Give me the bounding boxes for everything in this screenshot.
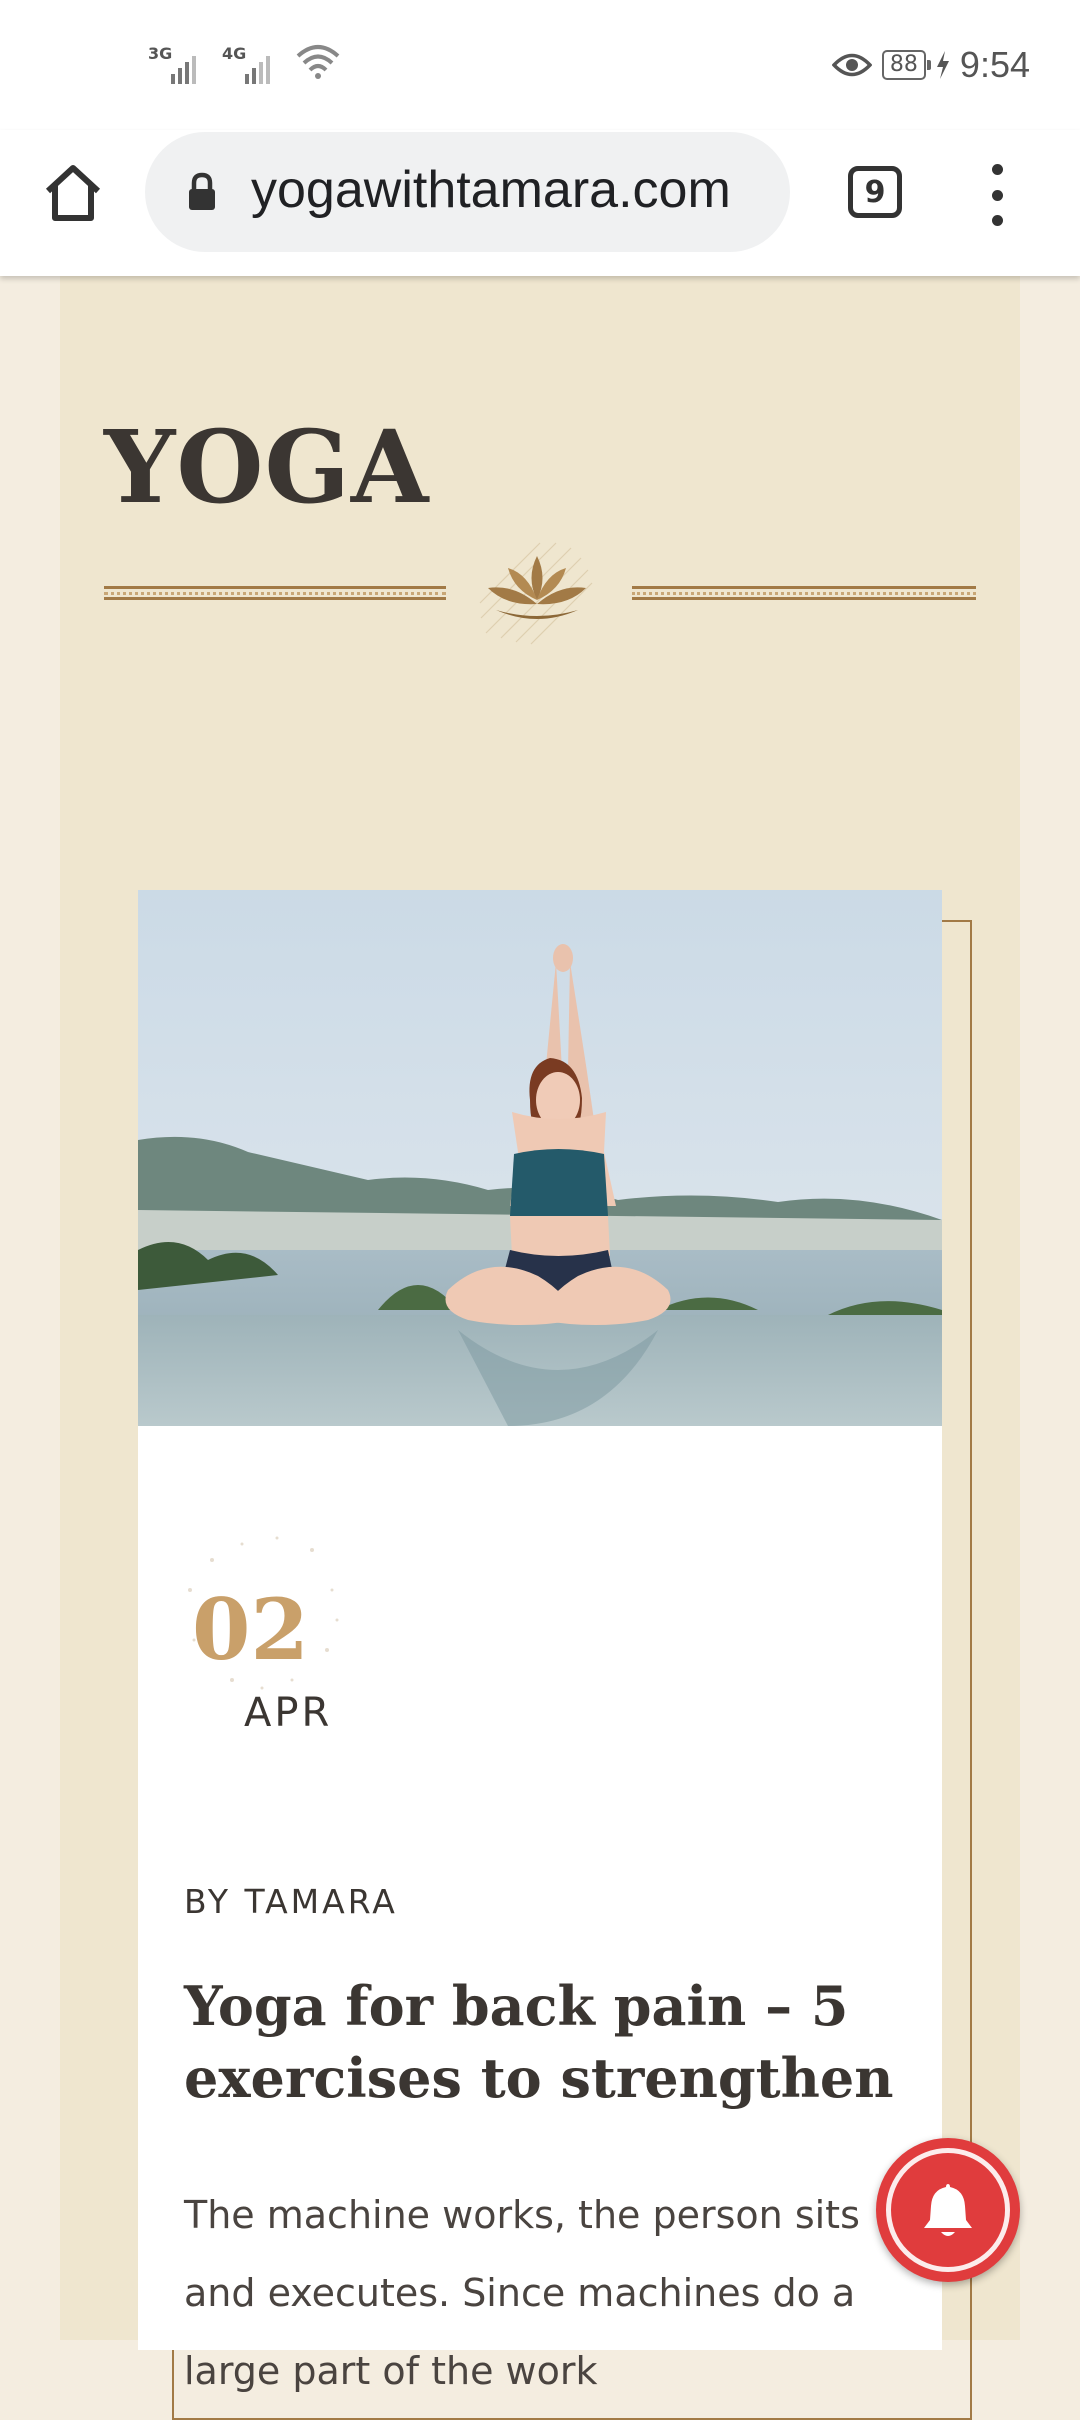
post-title[interactable]: Yoga for back pain – 5 exercises to stre… [184, 1970, 904, 2114]
wifi-icon [296, 45, 340, 79]
tab-switcher-button[interactable]: 9 [848, 166, 902, 218]
post-date-day: 02 [192, 1580, 309, 1679]
lock-icon [189, 172, 215, 210]
address-bar[interactable]: yogawithtamara.com [145, 132, 790, 252]
network-type-2: 4G [222, 44, 247, 63]
post-excerpt: The machine works, the person sits and e… [184, 2193, 860, 2393]
home-icon [45, 165, 101, 221]
overflow-menu-button[interactable] [974, 164, 1020, 226]
eye-icon [831, 53, 872, 77]
notification-bell-button[interactable] [876, 2138, 1020, 2282]
post-image[interactable] [138, 890, 942, 1426]
divider-line-left [104, 586, 446, 600]
post-author[interactable]: BY TAMARA [184, 1882, 398, 1921]
url-text: yogawithtamara.com [251, 161, 731, 219]
status-right: 88 9:54 [831, 44, 1030, 86]
divider-line-right [632, 586, 976, 600]
mobile-signal-icon-1: 3G [148, 44, 196, 84]
network-type-1: 3G [148, 44, 173, 63]
browser-toolbar: yogawithtamara.com 9 [0, 130, 1080, 276]
blog-post-card[interactable]: 02 APR BY TAMARA Yoga for back pain – 5 … [138, 890, 942, 2393]
home-button[interactable] [38, 158, 108, 228]
menu-dot-icon [991, 215, 1003, 226]
lotus-icon [479, 542, 593, 645]
status-left: 3G 4G [148, 44, 340, 84]
post-date-month: APR [244, 1690, 333, 1736]
bell-ring [886, 2148, 1010, 2272]
charging-icon [936, 51, 949, 79]
menu-dot-icon [991, 164, 1003, 175]
mobile-signal-icon-2: 4G [222, 44, 270, 84]
battery-indicator: 88 [881, 50, 931, 80]
section-title: YOGA [104, 408, 430, 526]
status-bar: 3G 4G 88 9:54 [0, 0, 1080, 130]
clock: 9:54 [959, 44, 1030, 85]
menu-dot-icon [991, 189, 1003, 201]
